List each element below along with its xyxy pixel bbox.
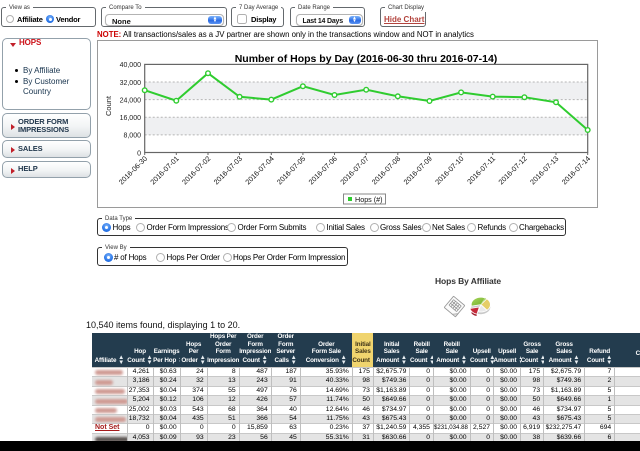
svg-text:2016-07-09: 2016-07-09 [402,154,434,186]
svg-text:2016-07-04: 2016-07-04 [243,154,275,186]
svg-text:2016-07-06: 2016-07-06 [307,154,339,186]
svg-text:Hops (#): Hops (#) [355,195,383,204]
svg-text:Count: Count [104,95,113,116]
svg-text:2016-07-02: 2016-07-02 [180,154,212,186]
svg-text:2016-07-13: 2016-07-13 [528,154,560,186]
svg-text:2016-07-01: 2016-07-01 [148,154,180,186]
svg-text:16,000: 16,000 [120,115,142,122]
svg-text:2016-07-14: 2016-07-14 [560,154,592,186]
svg-text:24,000: 24,000 [120,97,142,104]
svg-text:2016-07-12: 2016-07-12 [496,154,528,186]
svg-text:2016-07-03: 2016-07-03 [212,154,244,186]
svg-text:8,000: 8,000 [123,133,141,140]
svg-text:2016-07-08: 2016-07-08 [370,154,402,186]
svg-text:32,000: 32,000 [120,80,142,87]
svg-text:2016-06-30: 2016-06-30 [117,154,149,186]
svg-text:2016-07-05: 2016-07-05 [275,154,307,186]
svg-text:2016-07-11: 2016-07-11 [465,154,497,186]
svg-text:Number of Hops by Day (2016-06: Number of Hops by Day (2016-06-30 thru 2… [235,53,498,65]
svg-text:2016-07-07: 2016-07-07 [338,154,370,186]
svg-text:2016-07-10: 2016-07-10 [433,154,465,186]
svg-text:40,000: 40,000 [120,62,142,69]
